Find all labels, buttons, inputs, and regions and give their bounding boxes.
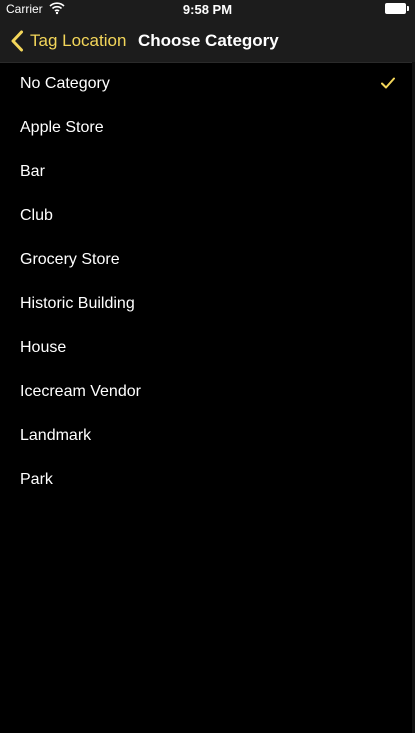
category-label: Landmark bbox=[20, 427, 92, 444]
status-bar: Carrier 9:58 PM bbox=[0, 0, 415, 20]
navigation-bar: Tag Location Choose Category bbox=[0, 20, 415, 63]
category-label: Icecream Vendor bbox=[20, 383, 141, 400]
category-item-no-category[interactable]: No Category bbox=[0, 62, 415, 106]
checkmark-icon bbox=[381, 77, 395, 89]
category-label: Park bbox=[20, 471, 53, 488]
battery-icon bbox=[385, 3, 409, 14]
category-label: No Category bbox=[20, 75, 110, 92]
back-button-label: Tag Location bbox=[30, 31, 127, 50]
category-item-apple-store[interactable]: Apple Store bbox=[0, 106, 415, 150]
category-item-park[interactable]: Park bbox=[0, 458, 415, 502]
chevron-left-icon bbox=[11, 30, 23, 52]
category-item-icecream-vendor[interactable]: Icecream Vendor bbox=[0, 370, 415, 414]
category-label: House bbox=[20, 339, 67, 356]
category-item-bar[interactable]: Bar bbox=[0, 150, 415, 194]
category-label: Club bbox=[20, 207, 53, 224]
back-button[interactable]: Tag Location bbox=[10, 28, 126, 54]
category-item-landmark[interactable]: Landmark bbox=[0, 414, 415, 458]
status-time: 9:58 PM bbox=[182, 2, 233, 17]
category-list: No Category Apple Store Bar Club Grocery… bbox=[0, 62, 415, 502]
category-label: Apple Store bbox=[20, 119, 104, 136]
category-item-club[interactable]: Club bbox=[0, 194, 415, 238]
category-item-historic-building[interactable]: Historic Building bbox=[0, 282, 415, 326]
category-label: Bar bbox=[20, 163, 45, 180]
category-label: Historic Building bbox=[20, 295, 135, 312]
category-item-grocery-store[interactable]: Grocery Store bbox=[0, 238, 415, 282]
category-label: Grocery Store bbox=[20, 251, 120, 268]
page-title: Choose Category bbox=[138, 31, 279, 50]
category-item-house[interactable]: House bbox=[0, 326, 415, 370]
